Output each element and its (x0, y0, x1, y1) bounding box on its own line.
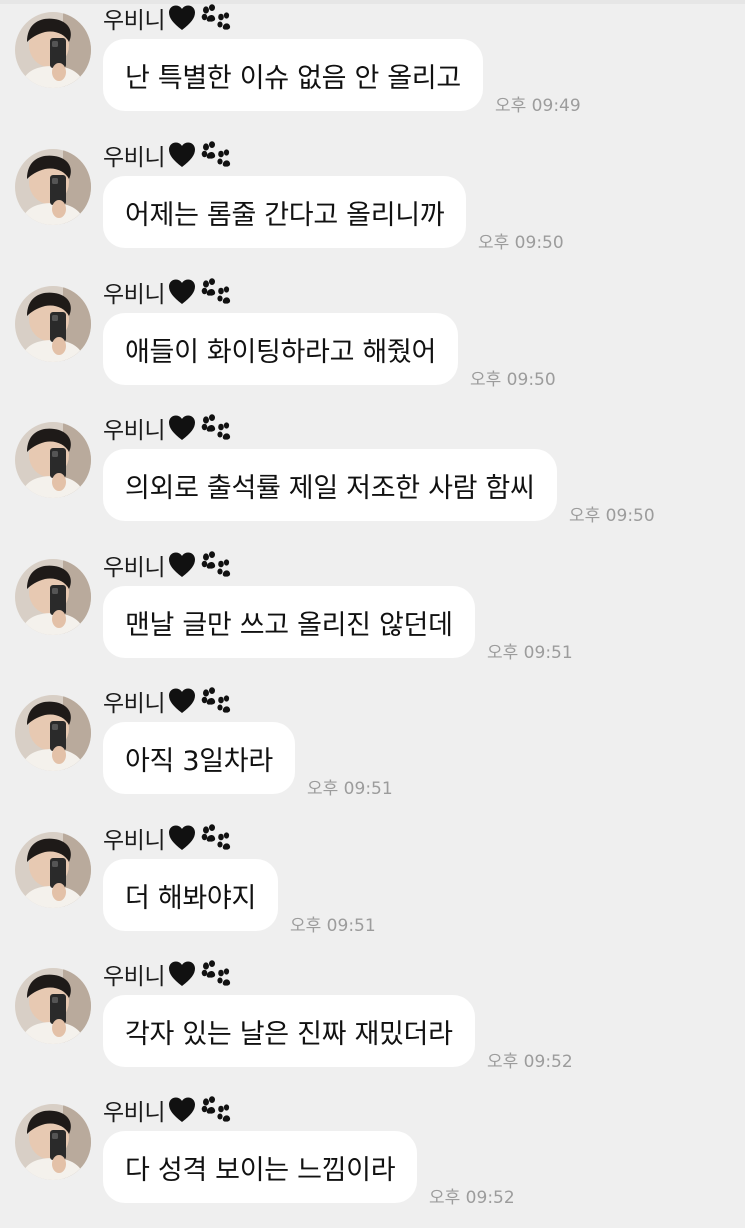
paw-icon (199, 4, 231, 32)
message-bubble[interactable]: 어제는 롬줄 간다고 올리니까 (103, 176, 467, 248)
message-timestamp: 오후 09:52 (429, 1188, 515, 1208)
sender-name: 우비니 (103, 145, 165, 171)
black-heart-icon (167, 414, 197, 442)
paw-icon (199, 278, 231, 306)
chat-message: 우비니 (0, 410, 745, 546)
message-bubble[interactable]: 맨날 글만 쓰고 올리진 않던데 (103, 586, 475, 658)
black-heart-icon (167, 960, 197, 988)
message-text: 더 해봐야지 (125, 882, 256, 914)
black-heart-icon (167, 141, 197, 169)
sender-name: 우비니 (103, 1100, 165, 1126)
message-bubble[interactable]: 다 성격 보이는 느낌이라 (103, 1131, 418, 1203)
paw-icon (199, 414, 231, 442)
sender-avatar[interactable] (15, 695, 91, 771)
black-heart-icon (167, 824, 197, 852)
message-timestamp: 오후 09:51 (487, 643, 573, 663)
message-timestamp: 오후 09:51 (290, 916, 376, 936)
message-text: 어제는 롬줄 간다고 올리니까 (125, 199, 445, 231)
chat-message: 우비니 (0, 274, 745, 410)
sender-avatar[interactable] (15, 968, 91, 1044)
sender-name-row: 우비니 (103, 822, 231, 854)
message-text: 의외로 출석률 제일 저조한 사람 함씨 (125, 472, 535, 504)
sender-avatar[interactable] (15, 149, 91, 225)
message-bubble[interactable]: 의외로 출석률 제일 저조한 사람 함씨 (103, 449, 557, 521)
sender-name: 우비니 (103, 555, 165, 581)
sender-name: 우비니 (103, 691, 165, 717)
black-heart-icon (167, 551, 197, 579)
message-text: 애들이 화이팅하라고 해줬어 (125, 336, 437, 368)
paw-icon (199, 824, 231, 852)
message-text: 맨날 글만 쓰고 올리진 않던데 (125, 609, 453, 641)
sender-name: 우비니 (103, 418, 165, 444)
sender-avatar[interactable] (15, 286, 91, 362)
sender-name-row: 우비니 (103, 2, 231, 34)
sender-name: 우비니 (103, 828, 165, 854)
paw-icon (199, 551, 231, 579)
message-text: 아직 3일차라 (125, 745, 273, 777)
black-heart-icon (167, 687, 197, 715)
message-timestamp: 오후 09:52 (487, 1052, 573, 1072)
message-text: 다 성격 보이는 느낌이라 (125, 1154, 396, 1186)
sender-name-row: 우비니 (103, 412, 231, 444)
chat-message: 우비니 (0, 1092, 745, 1228)
message-timestamp: 오후 09:50 (470, 370, 556, 390)
chat-message: 우비니 (0, 137, 745, 273)
sender-avatar[interactable] (15, 559, 91, 635)
sender-avatar[interactable] (15, 832, 91, 908)
sender-avatar[interactable] (15, 1104, 91, 1180)
paw-icon (199, 687, 231, 715)
chat-message: 우비니 (0, 956, 745, 1092)
message-timestamp: 오후 09:50 (569, 506, 655, 526)
sender-name: 우비니 (103, 8, 165, 34)
sender-name-row: 우비니 (103, 1094, 231, 1126)
message-timestamp: 오후 09:50 (478, 233, 564, 253)
message-bubble[interactable]: 더 해봐야지 (103, 859, 278, 931)
sender-name: 우비니 (103, 964, 165, 990)
chat-message: 우비니 (0, 0, 745, 136)
paw-icon (199, 1096, 231, 1124)
sender-name-row: 우비니 (103, 549, 231, 581)
message-bubble[interactable]: 아직 3일차라 (103, 722, 295, 794)
message-bubble[interactable]: 각자 있는 날은 진짜 재밌더라 (103, 995, 475, 1067)
paw-icon (199, 141, 231, 169)
paw-icon (199, 960, 231, 988)
sender-name-row: 우비니 (103, 139, 231, 171)
message-bubble[interactable]: 애들이 화이팅하라고 해줬어 (103, 313, 459, 385)
black-heart-icon (167, 4, 197, 32)
chat-message: 우비니 (0, 683, 745, 819)
chat-message: 우비니 (0, 820, 745, 956)
sender-name: 우비니 (103, 282, 165, 308)
message-text: 각자 있는 날은 진짜 재밌더라 (125, 1018, 453, 1050)
sender-avatar[interactable] (15, 422, 91, 498)
message-text: 난 특별한 이슈 없음 안 올리고 (125, 62, 461, 94)
message-timestamp: 오후 09:51 (307, 779, 393, 799)
message-bubble[interactable]: 난 특별한 이슈 없음 안 올리고 (103, 39, 483, 111)
sender-name-row: 우비니 (103, 276, 231, 308)
message-timestamp: 오후 09:49 (495, 96, 581, 116)
chat-message: 우비니 (0, 547, 745, 683)
sender-name-row: 우비니 (103, 958, 231, 990)
sender-name-row: 우비니 (103, 685, 231, 717)
chat-message-list[interactable]: 우비니 난 특별한 이슈 없음 안 올리고 오후 09:49 우비니 어제는 롬… (0, 0, 745, 1208)
sender-avatar[interactable] (15, 12, 91, 88)
black-heart-icon (167, 1096, 197, 1124)
black-heart-icon (167, 278, 197, 306)
